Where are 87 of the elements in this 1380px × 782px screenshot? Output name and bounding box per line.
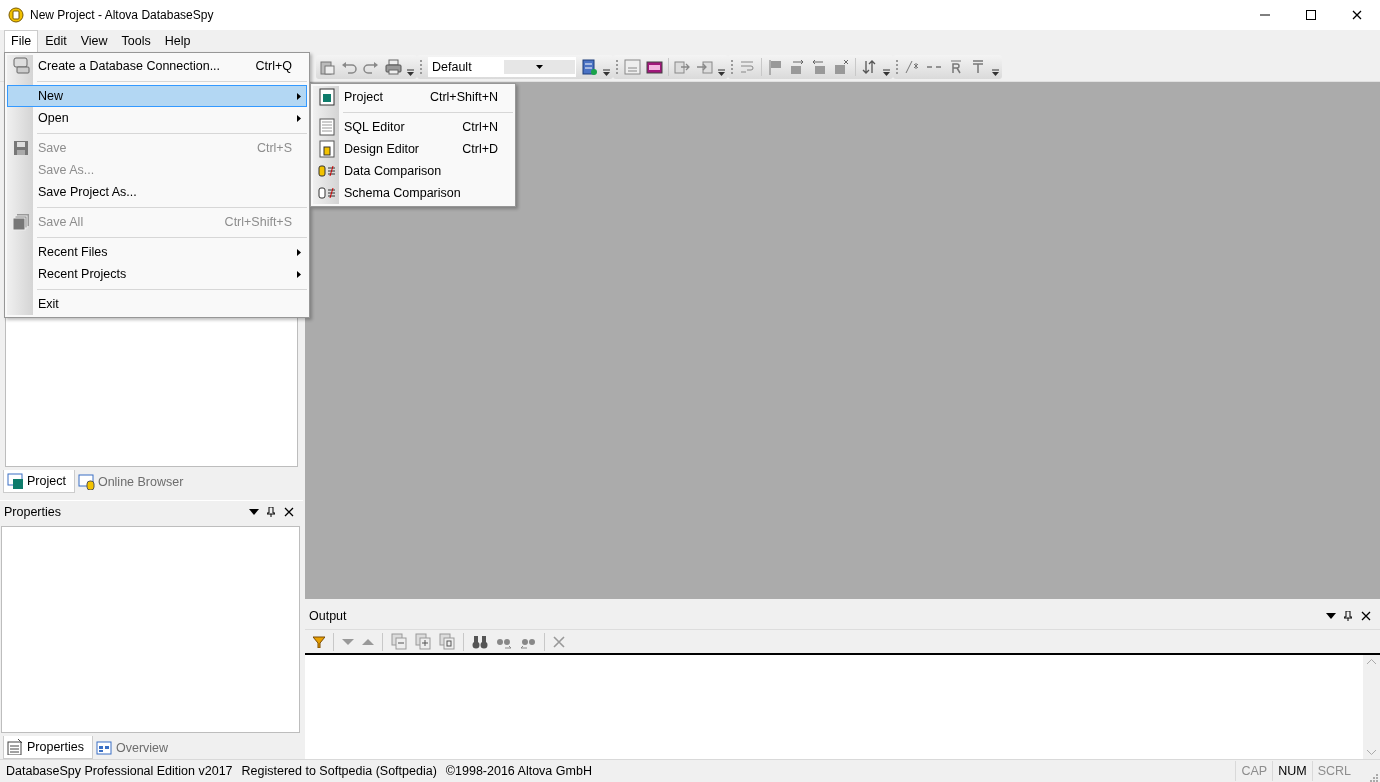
key-indicator: SCRL bbox=[1311, 761, 1356, 781]
properties-icon bbox=[7, 739, 24, 755]
flag-clear-icon[interactable] bbox=[833, 58, 850, 76]
filter-icon[interactable] bbox=[313, 635, 325, 648]
grip-icon bbox=[616, 59, 619, 75]
status-text: DatabaseSpy Professional Edition v2017 bbox=[6, 764, 233, 778]
grip-icon bbox=[420, 59, 423, 75]
pin-icon[interactable] bbox=[267, 506, 275, 517]
menu-item[interactable]: File bbox=[4, 30, 39, 53]
panel-title: Properties bbox=[4, 504, 62, 519]
print-icon[interactable] bbox=[385, 58, 402, 76]
comment-icon[interactable] bbox=[904, 58, 921, 76]
window-title: New Project - Altova DatabaseSpy bbox=[30, 8, 214, 22]
overflow-icon[interactable] bbox=[992, 67, 999, 77]
sql-file-icon[interactable] bbox=[624, 58, 641, 76]
menu-item[interactable]: View bbox=[73, 30, 115, 53]
dropdown-arrow-icon[interactable] bbox=[1326, 612, 1336, 619]
flag-next-icon[interactable] bbox=[789, 58, 806, 76]
copy-collapse-icon[interactable] bbox=[391, 633, 407, 650]
sort-icon[interactable] bbox=[861, 58, 878, 76]
close-icon[interactable] bbox=[1351, 9, 1363, 21]
vertical-scrollbar[interactable] bbox=[1363, 655, 1380, 759]
xsd-icon[interactable] bbox=[646, 58, 663, 76]
binoculars-icon[interactable] bbox=[472, 633, 488, 650]
overview-icon bbox=[96, 739, 113, 756]
paste-icon[interactable] bbox=[319, 58, 336, 76]
menu-item[interactable]: SQL Editor Ctrl+N bbox=[313, 116, 513, 138]
panel-tab[interactable]: Properties bbox=[3, 736, 93, 759]
menu-item[interactable]: Schema Comparison bbox=[313, 182, 513, 204]
data-compare-icon bbox=[318, 165, 336, 177]
dropdown-arrow-icon[interactable] bbox=[249, 508, 259, 515]
scroll-down-icon[interactable] bbox=[1367, 750, 1376, 755]
overflow-icon[interactable] bbox=[718, 67, 725, 77]
floppy-disks-icon bbox=[12, 213, 30, 231]
project-file-icon bbox=[319, 88, 335, 106]
status-text: ©1998-2016 Altova GmbH bbox=[445, 764, 592, 778]
menu-item[interactable]: Open bbox=[7, 107, 307, 129]
database-connection-icon bbox=[12, 57, 30, 75]
menu-item[interactable]: Help bbox=[157, 30, 198, 53]
menu-item[interactable]: Project Ctrl+Shift+N bbox=[313, 86, 513, 108]
menu-item[interactable]: Tools bbox=[114, 30, 158, 53]
text-wrap-icon[interactable] bbox=[739, 58, 756, 76]
flag-previous-icon[interactable] bbox=[811, 58, 828, 76]
clear-icon[interactable] bbox=[553, 635, 565, 648]
maximize-icon[interactable] bbox=[1305, 9, 1317, 21]
menu-item[interactable]: Design Editor Ctrl+D bbox=[313, 138, 513, 160]
key-indicator: NUM bbox=[1272, 761, 1312, 781]
pin-icon[interactable] bbox=[1344, 610, 1352, 621]
copy-icon[interactable] bbox=[439, 633, 455, 650]
sql-file-icon bbox=[319, 118, 335, 136]
dropdown-arrow-icon bbox=[535, 65, 543, 69]
grip-icon bbox=[896, 59, 899, 75]
flag-icon[interactable] bbox=[767, 58, 784, 76]
scroll-up-icon[interactable] bbox=[1367, 659, 1376, 664]
menu-item[interactable]: Recent Projects bbox=[7, 263, 307, 285]
status-text: Registered to Softpedia (Softpedia) bbox=[241, 764, 437, 778]
menu-item[interactable]: Save Project As... bbox=[7, 181, 307, 203]
export-icon[interactable] bbox=[674, 58, 691, 76]
project-icon bbox=[7, 473, 24, 489]
import-icon[interactable] bbox=[696, 58, 713, 76]
resize-grip-icon bbox=[1370, 774, 1378, 782]
panel-tab[interactable]: Overview bbox=[93, 736, 177, 759]
menu-item[interactable]: Recent Files bbox=[7, 241, 307, 263]
schema-compare-icon bbox=[318, 187, 336, 199]
profile-combo[interactable]: Default bbox=[428, 57, 576, 77]
overflow-icon[interactable] bbox=[603, 67, 610, 77]
database-icon[interactable] bbox=[581, 58, 598, 76]
panel-tab[interactable]: Project bbox=[3, 470, 75, 493]
design-file-icon bbox=[319, 140, 335, 158]
close-icon[interactable] bbox=[283, 505, 295, 518]
database-window-icon bbox=[77, 473, 95, 490]
close-icon[interactable] bbox=[1360, 609, 1372, 622]
up-triangle-icon[interactable] bbox=[362, 638, 374, 645]
menu-item[interactable]: Edit bbox=[38, 30, 74, 53]
app-icon bbox=[8, 7, 24, 23]
menu-item[interactable]: Data Comparison bbox=[313, 160, 513, 182]
overflow-icon[interactable] bbox=[883, 67, 890, 77]
panel-tab[interactable]: Online Browser bbox=[74, 470, 192, 493]
down-triangle-icon[interactable] bbox=[342, 638, 354, 645]
menu-item[interactable]: Exit bbox=[7, 293, 307, 315]
panel-title: Output bbox=[309, 608, 348, 623]
grip-icon bbox=[731, 59, 734, 75]
key-indicator: CAP bbox=[1235, 761, 1273, 781]
menu-item[interactable]: New bbox=[7, 85, 307, 107]
copy-expand-icon[interactable] bbox=[415, 633, 431, 650]
menu-item[interactable]: Create a Database Connection... Ctrl+Q bbox=[7, 55, 307, 77]
overflow-icon[interactable] bbox=[407, 67, 414, 77]
